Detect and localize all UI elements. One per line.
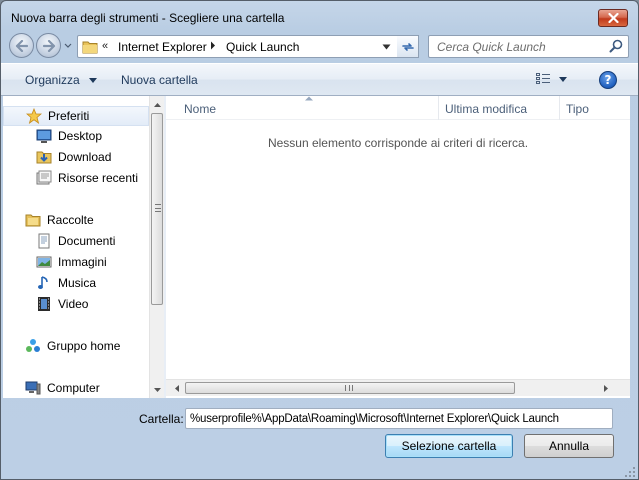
title-bar: Nuova barra degli strumenti - Scegliere … <box>1 1 638 31</box>
nav-item-computer[interactable]: Computer <box>3 378 149 398</box>
file-list-pane: Nome Ultima modifica Tipo Nessun element… <box>166 96 630 398</box>
nav-item-documenti[interactable]: Documenti <box>3 231 149 251</box>
forward-button[interactable] <box>36 33 61 58</box>
nav-item-label: Immagini <box>58 255 107 269</box>
back-arrow-icon <box>15 39 28 52</box>
help-icon: ? <box>604 73 612 87</box>
libraries-icon <box>25 212 41 228</box>
pictures-icon <box>36 254 52 270</box>
refresh-button[interactable] <box>397 35 419 58</box>
folder-icon <box>82 41 98 54</box>
folder-path-field[interactable] <box>185 408 613 429</box>
star-icon <box>26 108 42 124</box>
nav-item-download[interactable]: Download <box>3 147 149 167</box>
select-folder-button[interactable]: Selezione cartella <box>385 434 513 458</box>
window-title: Nuova barra degli strumenti - Scegliere … <box>11 11 285 25</box>
column-header-modified[interactable]: Ultima modifica <box>438 96 558 120</box>
scroll-right-button[interactable] <box>597 380 614 396</box>
search-icon <box>609 39 623 53</box>
dialog-footer: Cartella: Selezione cartella Annulla <box>1 398 638 480</box>
nav-item-immagini[interactable]: Immagini <box>3 252 149 272</box>
file-list-horizontal-scrollbar[interactable] <box>166 379 630 396</box>
horizontal-scroll-thumb[interactable] <box>185 382 515 394</box>
arrow-down-icon <box>153 387 161 392</box>
search-input[interactable] <box>429 36 604 57</box>
nav-item-label: Computer <box>47 381 100 395</box>
nav-item-preferiti[interactable]: Preferiti <box>3 106 149 126</box>
nav-item-label: Download <box>58 150 112 164</box>
homegroup-icon <box>25 338 41 354</box>
arrow-left-icon <box>174 384 179 392</box>
nav-item-label: Risorse recenti <box>58 171 139 185</box>
change-view-button[interactable] <box>536 73 567 85</box>
download-folder-icon <box>36 149 52 165</box>
arrow-up-icon <box>153 102 161 107</box>
scroll-up-button[interactable] <box>150 96 164 113</box>
address-bar[interactable]: « Internet Explorer Quick Launch <box>77 35 419 58</box>
arrow-right-icon <box>603 384 608 392</box>
chevron-down-icon <box>64 43 72 48</box>
scroll-down-button[interactable] <box>150 381 164 398</box>
organize-menu-button[interactable]: Organizza <box>25 73 98 87</box>
desktop-icon <box>36 128 52 144</box>
details-view-icon <box>536 73 550 84</box>
column-header-type[interactable]: Tipo <box>559 96 630 120</box>
search-box[interactable] <box>428 35 629 58</box>
folder-field-label: Cartella: <box>139 412 184 426</box>
breadcrumb-internet-explorer[interactable]: Internet Explorer <box>118 40 207 54</box>
navigation-pane: Preferiti Desktop Download Risorse recen… <box>3 96 164 398</box>
documents-icon <box>36 233 52 249</box>
nav-item-musica[interactable]: Musica <box>3 273 149 293</box>
chevron-down-icon <box>89 78 98 84</box>
nav-item-risorse-recenti[interactable]: Risorse recenti <box>3 168 149 188</box>
nav-item-label: Video <box>58 297 89 311</box>
nav-item-label: Musica <box>58 276 97 290</box>
dialog-window: Nuova barra degli strumenti - Scegliere … <box>0 0 639 480</box>
video-icon <box>36 296 52 312</box>
empty-list-message: Nessun elemento corrisponde ai criteri d… <box>267 136 529 150</box>
nav-item-label: Preferiti <box>48 109 90 123</box>
organize-label: Organizza <box>25 73 80 87</box>
breadcrumb-separator-icon[interactable] <box>210 41 216 53</box>
address-dropdown[interactable] <box>376 36 396 57</box>
nav-item-label: Documenti <box>58 234 116 248</box>
nav-item-label: Gruppo home <box>47 339 121 353</box>
help-button[interactable]: ? <box>599 71 617 89</box>
breadcrumb-quick-launch[interactable]: Quick Launch <box>226 40 299 54</box>
back-button[interactable] <box>9 33 34 58</box>
music-icon <box>36 275 52 291</box>
nav-item-label: Desktop <box>58 129 103 143</box>
nav-item-label: Raccolte <box>47 213 94 227</box>
chevron-down-icon <box>382 44 390 49</box>
close-icon <box>607 13 619 23</box>
command-toolbar: Organizza Nuova cartella ? <box>1 63 638 96</box>
resize-grip-icon[interactable] <box>624 466 636 478</box>
computer-icon <box>25 380 41 396</box>
scroll-left-button[interactable] <box>168 380 185 396</box>
column-header-row: Nome Ultima modifica Tipo <box>166 96 630 120</box>
new-folder-button[interactable]: Nuova cartella <box>121 73 198 87</box>
chevron-down-icon <box>559 76 567 82</box>
recent-places-icon <box>36 170 52 186</box>
nav-item-desktop[interactable]: Desktop <box>3 126 149 146</box>
navigation-vertical-scrollbar[interactable] <box>149 96 164 398</box>
navigation-bar: « Internet Explorer Quick Launch <box>1 31 638 61</box>
breadcrumb-overflow[interactable]: « <box>102 40 108 52</box>
forward-arrow-icon <box>42 39 55 52</box>
cancel-button[interactable]: Annulla <box>524 434 614 458</box>
recent-pages-dropdown[interactable] <box>63 41 73 51</box>
scroll-thumb[interactable] <box>151 113 163 305</box>
nav-item-gruppo-home[interactable]: Gruppo home <box>3 336 149 356</box>
nav-item-video[interactable]: Video <box>3 294 149 314</box>
sort-ascending-icon <box>305 96 313 101</box>
nav-item-raccolte[interactable]: Raccolte <box>3 210 149 230</box>
refresh-icon <box>401 42 414 51</box>
close-button[interactable] <box>598 9 628 27</box>
main-content: Preferiti Desktop Download Risorse recen… <box>3 96 630 398</box>
